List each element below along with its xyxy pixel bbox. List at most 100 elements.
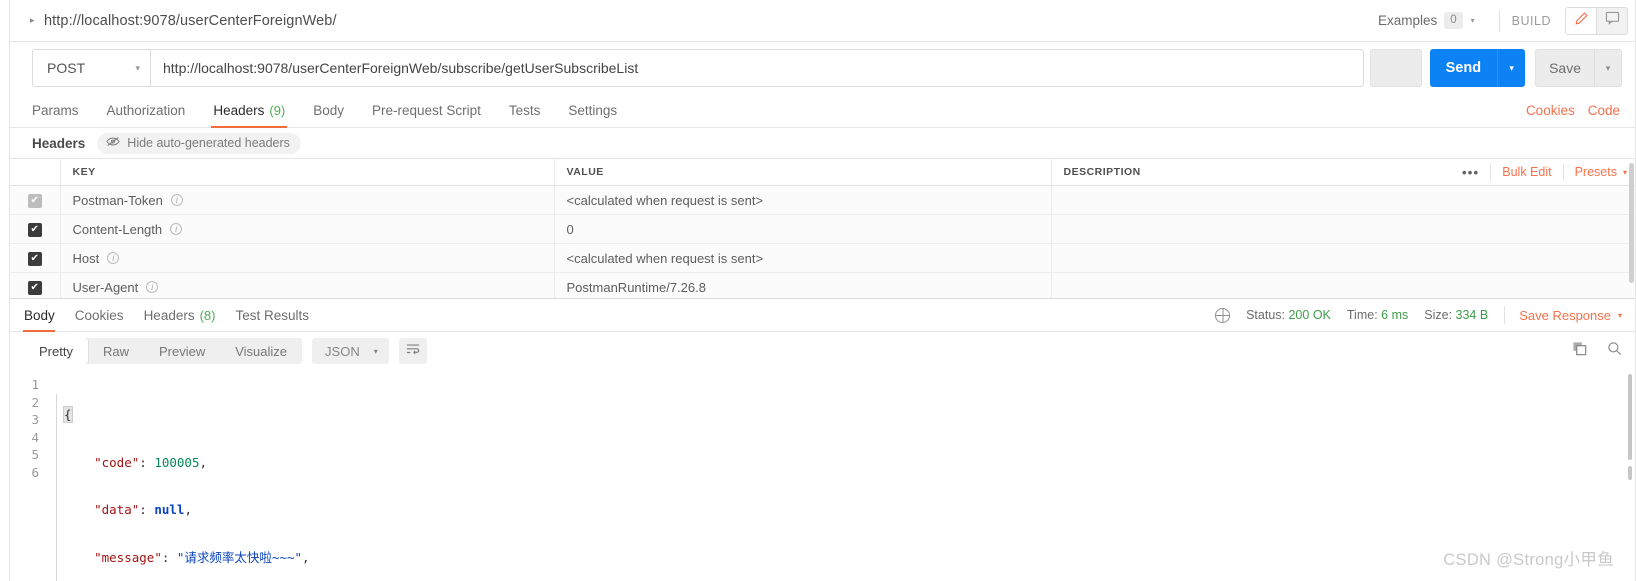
info-icon[interactable]: i xyxy=(146,281,159,293)
code-token-punc: : xyxy=(161,549,177,565)
response-tab-headers[interactable]: Headers (8) xyxy=(144,299,216,331)
tab-pre-request-script[interactable]: Pre-request Script xyxy=(372,94,495,127)
save-response-dropdown[interactable]: Save Response ▾ xyxy=(1519,308,1622,323)
copy-icon[interactable] xyxy=(1572,341,1587,361)
code-token-punc: , xyxy=(199,454,208,470)
tab-label: Headers xyxy=(213,103,265,118)
params-toggle-placeholder[interactable] xyxy=(1369,49,1422,87)
header-value-cell[interactable]: <calculated when request is sent> xyxy=(554,243,1052,273)
time-label: Time: xyxy=(1346,308,1378,322)
info-icon[interactable]: i xyxy=(170,223,183,235)
ellipsis-icon[interactable]: ••• xyxy=(1451,166,1490,179)
hide-auto-generated-headers-button[interactable]: Hide auto-generated headers xyxy=(97,132,301,154)
send-options-button[interactable]: ▾ xyxy=(1497,49,1526,87)
tab-params[interactable]: Params xyxy=(32,94,93,127)
column-header-value[interactable]: VALUE xyxy=(554,159,1052,186)
search-icon[interactable] xyxy=(1607,341,1622,361)
code-fold-column[interactable] xyxy=(48,370,64,581)
code-line-numbers: 1 2 3 4 5 6 xyxy=(10,370,48,581)
view-mode-pretty[interactable]: Pretty xyxy=(24,338,88,364)
row-checkbox-cell[interactable]: ✔ xyxy=(10,243,61,273)
code-scrollbar-secondary[interactable] xyxy=(1628,466,1632,480)
response-format-value: JSON xyxy=(325,343,360,359)
edit-mode-button[interactable] xyxy=(1565,6,1597,35)
view-mode-raw[interactable]: Raw xyxy=(88,338,144,364)
tab-settings[interactable]: Settings xyxy=(568,94,631,127)
code-content[interactable]: { "code": 100005, "data": null, "message… xyxy=(63,370,1636,581)
bulk-edit-button[interactable]: Bulk Edit xyxy=(1491,165,1562,179)
header-description-cell[interactable] xyxy=(1051,272,1636,298)
globe-icon[interactable] xyxy=(1215,307,1231,323)
presets-dropdown[interactable]: Presets ▾ xyxy=(1564,165,1636,179)
response-tab-body[interactable]: Body xyxy=(23,299,55,332)
header-key-cell[interactable]: Postman-Token i xyxy=(60,185,555,215)
header-key-cell[interactable]: User-Agent i xyxy=(60,272,555,298)
comments-button[interactable] xyxy=(1596,6,1628,35)
response-format-select[interactable]: JSON ▾ xyxy=(312,338,389,364)
left-rail xyxy=(0,0,10,581)
header-value-cell[interactable]: PostmanRuntime/7.26.8 xyxy=(554,272,1052,298)
line-number: 1 xyxy=(31,377,39,392)
response-body-code[interactable]: 1 2 3 4 5 6 { "code": 100005, "data": nu… xyxy=(10,370,1636,581)
header-key-text: Host xyxy=(72,250,100,266)
tab-label: Settings xyxy=(568,103,618,118)
response-tab-cookies[interactable]: Cookies xyxy=(75,299,124,331)
breadcrumb[interactable]: http://localhost:9078/userCenterForeignW… xyxy=(44,13,337,29)
column-header-key[interactable]: KEY xyxy=(60,159,555,186)
code-token-key: "message" xyxy=(94,549,162,565)
header-description-cell[interactable] xyxy=(1051,185,1636,215)
row-checkbox[interactable]: ✔ xyxy=(27,193,42,208)
word-wrap-icon xyxy=(406,342,420,360)
header-key-text: Content-Length xyxy=(72,221,163,237)
header-description-cell[interactable] xyxy=(1051,243,1636,273)
headers-table-scrollbar[interactable] xyxy=(1629,163,1634,283)
triangle-right-icon[interactable]: ▸ xyxy=(30,16,44,25)
hide-headers-label: Hide auto-generated headers xyxy=(127,136,290,150)
view-mode-preview[interactable]: Preview xyxy=(144,338,220,364)
info-icon[interactable]: i xyxy=(107,252,120,264)
tab-authorization[interactable]: Authorization xyxy=(107,94,200,127)
send-button[interactable]: Send xyxy=(1429,49,1498,87)
code-scrollbar[interactable] xyxy=(1628,374,1632,460)
response-tab-test-results[interactable]: Test Results xyxy=(235,299,309,331)
tab-label: Test Results xyxy=(235,307,310,323)
info-icon[interactable]: i xyxy=(170,194,183,206)
tab-tests[interactable]: Tests xyxy=(509,94,555,127)
row-checkbox-cell[interactable]: ✔ xyxy=(10,272,61,298)
code-token-key: "code" xyxy=(94,454,140,470)
request-url-input[interactable]: http://localhost:9078/userCenterForeignW… xyxy=(150,49,1364,87)
save-options-button[interactable]: ▾ xyxy=(1594,49,1622,87)
row-checkbox-cell[interactable]: ✔ xyxy=(10,214,61,244)
view-mode-visualize[interactable]: Visualize xyxy=(220,338,302,364)
header-value-cell[interactable]: 0 xyxy=(554,214,1052,244)
examples-dropdown[interactable]: Examples 0 ▾ xyxy=(1378,11,1487,30)
build-label[interactable]: BUILD xyxy=(1512,14,1565,28)
code-link[interactable]: Code xyxy=(1588,103,1620,118)
row-checkbox[interactable]: ✔ xyxy=(27,280,42,295)
save-button[interactable]: Save xyxy=(1535,49,1594,87)
header-key-cell[interactable]: Host i xyxy=(60,243,555,273)
table-row[interactable]: ✔ Host i <calculated when request is sen… xyxy=(10,243,1636,273)
row-checkbox[interactable]: ✔ xyxy=(27,251,42,266)
code-token-punc: : xyxy=(139,502,155,517)
table-row[interactable]: ✔ User-Agent i PostmanRuntime/7.26.8 xyxy=(10,272,1636,298)
word-wrap-button[interactable] xyxy=(398,338,427,364)
header-description-cell[interactable] xyxy=(1051,214,1636,244)
line-number: 6 xyxy=(31,464,39,480)
code-token-key: "data" xyxy=(94,502,140,517)
header-value-cell[interactable]: <calculated when request is sent> xyxy=(554,185,1052,215)
row-checkbox[interactable]: ✔ xyxy=(27,222,42,237)
row-checkbox-cell[interactable]: ✔ xyxy=(10,185,61,215)
tab-headers[interactable]: Headers (9) xyxy=(211,94,299,128)
header-key-cell[interactable]: Content-Length i xyxy=(60,214,555,244)
select-all-column[interactable] xyxy=(10,159,61,186)
tab-label: Params xyxy=(32,103,79,118)
table-row[interactable]: ✔ Content-Length i 0 xyxy=(10,214,1636,244)
cookies-link[interactable]: Cookies xyxy=(1526,103,1575,118)
code-token-punc: , xyxy=(302,549,310,565)
table-row[interactable]: ✔ Postman-Token i <calculated when reque… xyxy=(10,185,1636,215)
http-method-select[interactable]: POST ▾ xyxy=(32,49,150,87)
tab-body[interactable]: Body xyxy=(313,94,358,127)
code-line: { xyxy=(63,406,1636,424)
